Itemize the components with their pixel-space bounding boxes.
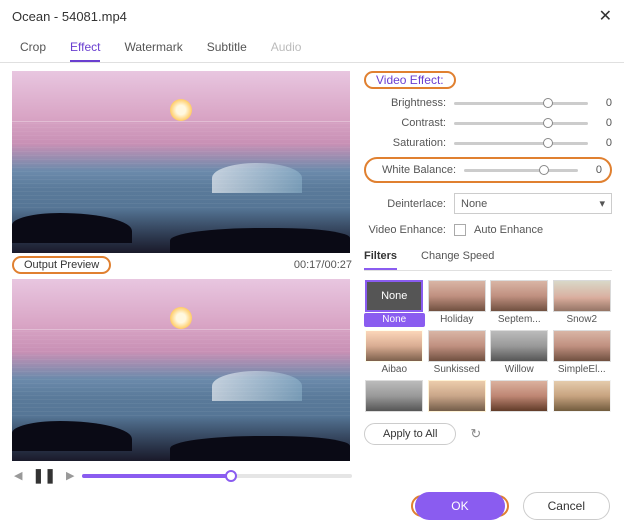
- filter-snow2[interactable]: Snow2: [552, 279, 613, 327]
- pause-button[interactable]: ❚❚: [30, 467, 57, 484]
- contrast-label: Contrast:: [364, 117, 446, 129]
- tab-effect[interactable]: Effect: [70, 36, 100, 62]
- output-preview-label: Output Preview: [12, 256, 111, 274]
- auto-enhance-checkbox[interactable]: [454, 224, 466, 236]
- white-balance-value: 0: [586, 164, 602, 176]
- filter-extra-3[interactable]: [489, 379, 550, 413]
- saturation-label: Saturation:: [364, 137, 446, 149]
- close-icon[interactable]: ✕: [599, 6, 612, 26]
- video-effect-heading: Video Effect:: [364, 71, 456, 89]
- apply-to-all-button[interactable]: Apply to All: [364, 423, 456, 445]
- contrast-slider[interactable]: [454, 122, 588, 125]
- tab-watermark[interactable]: Watermark: [124, 36, 182, 62]
- time-display: 00:17/00:27: [294, 259, 352, 271]
- brightness-slider[interactable]: [454, 102, 588, 105]
- deinterlace-label: Deinterlace:: [364, 198, 446, 210]
- filter-willow[interactable]: Willow: [489, 329, 550, 377]
- next-button[interactable]: ▶: [64, 469, 76, 482]
- window-title: Ocean - 54081.mp4: [12, 9, 127, 24]
- subtab-filters[interactable]: Filters: [364, 246, 397, 270]
- deinterlace-select[interactable]: None ▾: [454, 193, 612, 214]
- tab-subtitle[interactable]: Subtitle: [207, 36, 247, 62]
- contrast-value: 0: [596, 117, 612, 129]
- filter-extra-2[interactable]: [427, 379, 488, 413]
- prev-button[interactable]: ◀: [12, 469, 24, 482]
- output-preview: [12, 279, 350, 461]
- cancel-button[interactable]: Cancel: [523, 492, 610, 520]
- filter-extra-1[interactable]: [364, 379, 425, 413]
- filter-simpleel[interactable]: SimpleEl...: [552, 329, 613, 377]
- refresh-icon[interactable]: ↻: [470, 426, 481, 442]
- brightness-label: Brightness:: [364, 97, 446, 109]
- white-balance-label: White Balance:: [374, 164, 456, 176]
- video-enhance-label: Video Enhance:: [364, 224, 446, 236]
- auto-enhance-label: Auto Enhance: [474, 224, 543, 236]
- brightness-value: 0: [596, 97, 612, 109]
- tab-audio: Audio: [271, 36, 302, 62]
- tab-crop[interactable]: Crop: [20, 36, 46, 62]
- filter-none[interactable]: NoneNone: [364, 279, 425, 327]
- filter-aibao[interactable]: Aibao: [364, 329, 425, 377]
- filter-holiday[interactable]: Holiday: [427, 279, 488, 327]
- subtab-change-speed[interactable]: Change Speed: [421, 246, 494, 270]
- filter-extra-4[interactable]: [552, 379, 613, 413]
- progress-bar[interactable]: [82, 474, 352, 478]
- original-preview: [12, 71, 350, 253]
- white-balance-slider[interactable]: [464, 169, 578, 172]
- filter-september[interactable]: Septem...: [489, 279, 550, 327]
- filter-sunkissed[interactable]: Sunkissed: [427, 329, 488, 377]
- saturation-slider[interactable]: [454, 142, 588, 145]
- chevron-down-icon: ▾: [599, 197, 605, 210]
- ok-button[interactable]: OK: [415, 492, 504, 520]
- saturation-value: 0: [596, 137, 612, 149]
